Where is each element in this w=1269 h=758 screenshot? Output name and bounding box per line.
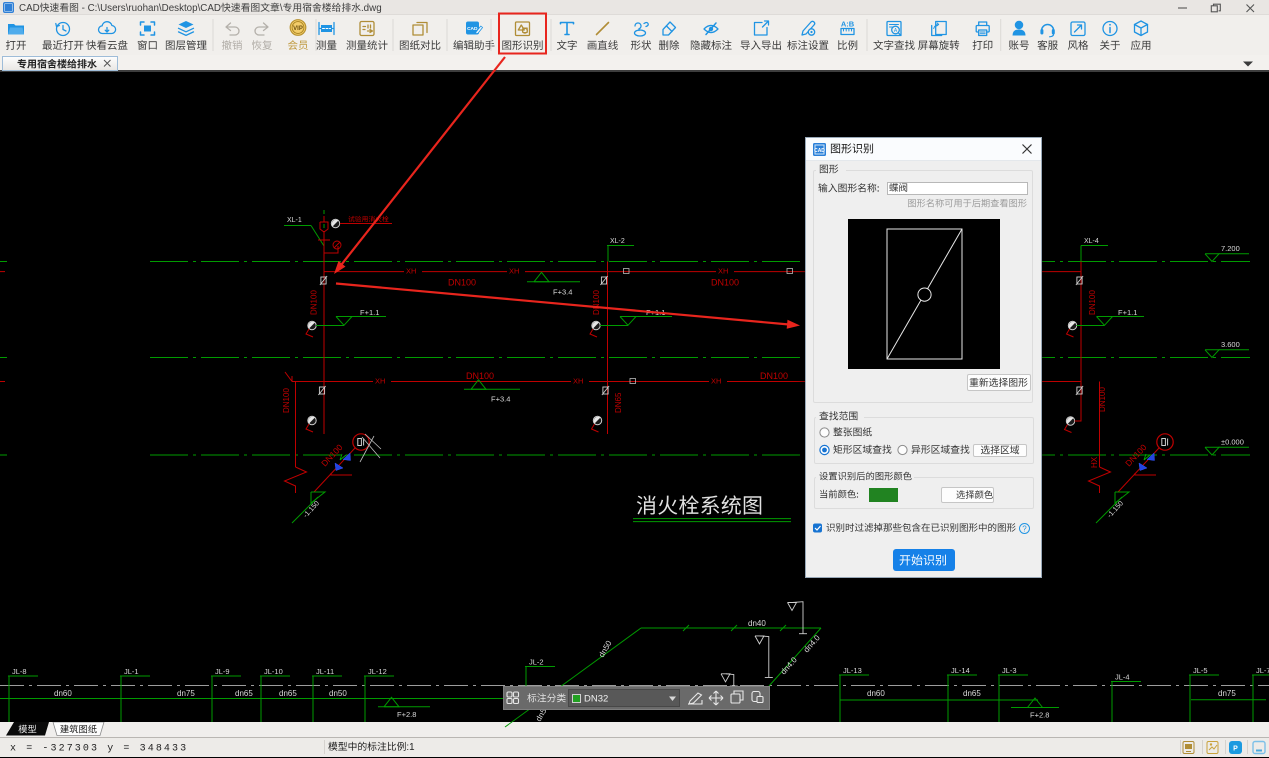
svg-text:P: P <box>1233 746 1238 753</box>
svg-text:?: ? <box>1022 525 1027 534</box>
